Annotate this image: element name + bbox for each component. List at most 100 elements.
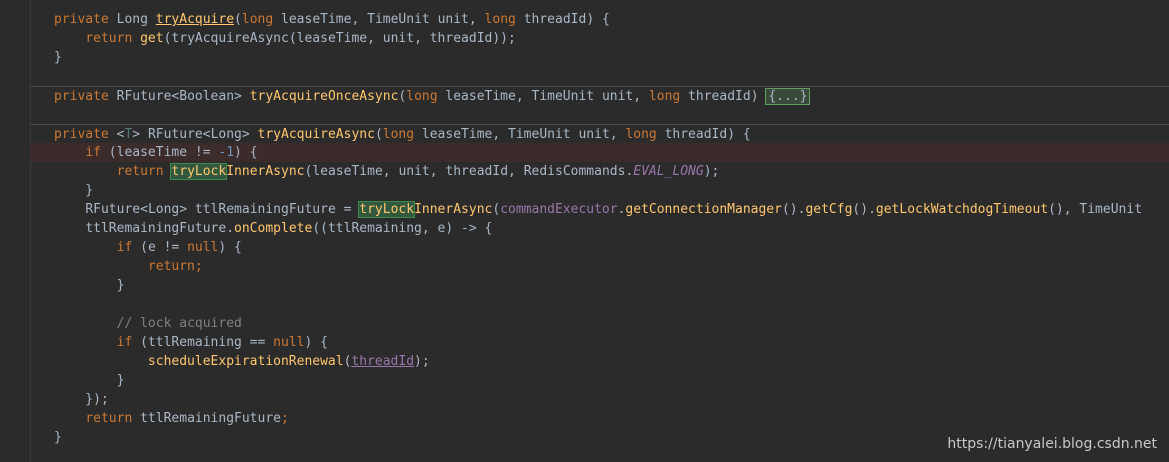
type-timeunit: TimeUnit [531,89,595,104]
arg-threadId: threadId [445,164,509,179]
param-unit: unit [578,127,610,142]
code-line-3[interactable]: } [30,48,1169,67]
method-scheduleExpirationRenewal: scheduleExpirationRenewal [147,354,344,369]
code-line-19[interactable]: scheduleExpirationRenewal(threadId); [30,352,1169,371]
editor-gutter[interactable] [0,0,30,462]
code-line-17[interactable]: // lock acquired [30,314,1169,333]
method-getConnectionManager: getConnectionManager [625,202,782,217]
code-line-20[interactable]: } [30,371,1169,390]
type-timeunit: TimeUnit [367,12,430,27]
number-literal: -1 [218,145,235,160]
var-ttlRemainingFuture: ttlRemainingFuture [85,221,227,236]
method-get: get [140,31,164,46]
method-suffix: InnerAsync [414,202,493,217]
type-rfuture: RFuture [147,127,203,142]
arg-unit: unit [398,164,430,179]
lambda-param-ttlRemaining: ttlRemaining [327,221,422,236]
keyword-long: long [625,127,657,142]
call-tryAcquireAsync: tryAcquireAsync [171,31,289,46]
arg-leaseTime: leaseTime [312,164,383,179]
method-tryAcquireAsync: tryAcquireAsync [257,127,375,142]
keyword-return: return [147,259,195,274]
keyword-if: if [85,145,101,160]
keyword-long: long [484,12,516,27]
keyword-private: private [54,12,109,27]
type-boolean: Boolean [179,89,235,104]
keyword-if: if [116,335,133,350]
param-leaseTime: leaseTime [421,127,493,142]
captured-param-threadId: threadId [351,354,415,369]
param-threadId: threadId [523,12,587,27]
var-ttlRemainingFuture: ttlRemainingFuture [194,202,336,217]
code-comment: // lock acquired [116,316,242,331]
code-line-7[interactable]: private <T> RFuture<Long> tryAcquireAsyn… [30,124,1169,143]
keyword-return: return [85,411,133,426]
code-line-13[interactable]: if (e != null) { [30,238,1169,257]
code-line-6[interactable] [30,105,1169,124]
code-line-2[interactable]: return get(tryAcquireAsync(leaseTime, un… [30,29,1169,48]
keyword-null: null [273,335,305,350]
code-line-18[interactable]: if (ttlRemaining == null) { [30,333,1169,352]
param-unit: unit [437,12,469,27]
watermark: https://tianyalei.blog.csdn.net [947,436,1157,452]
code-line-5[interactable]: private RFuture<Boolean> tryAcquireOnceA… [30,86,1169,105]
var-leaseTime: leaseTime [116,145,188,160]
type-long: Long [147,202,180,217]
method-tryAcquireOnceAsync: tryAcquireOnceAsync [249,89,399,104]
param-leaseTime: leaseTime [281,12,352,27]
type-rfuture: RFuture [116,89,172,104]
type-long: Long [210,127,242,142]
code-line-1[interactable]: private Long tryAcquire(long leaseTime, … [30,10,1169,29]
param-threadId: threadId [688,89,751,104]
folded-code-block[interactable]: {...} [765,88,811,105]
param-leaseTime: leaseTime [445,89,516,104]
type-timeunit: TimeUnit [508,127,571,142]
code-line-15[interactable]: } [30,276,1169,295]
arg-leaseTime: leaseTime [296,31,368,46]
param-threadId: threadId [664,127,728,142]
search-match-tryLock: tryLock [170,163,228,180]
arg-unit: unit [382,31,415,46]
keyword-private: private [54,127,109,142]
type-rfuture: RFuture [85,202,141,217]
keyword-long: long [406,89,438,104]
code-line-22[interactable]: return ttlRemainingFuture; [30,409,1169,428]
keyword-return: return [116,164,164,179]
method-getCfg: getCfg [805,202,853,217]
var-ttlRemaining: ttlRemaining [147,335,242,350]
field-EVAL_LONG: EVAL_LONG [633,164,704,179]
type-long: Long [116,12,148,27]
type-param-T: T [124,127,133,142]
arg-threadId: threadId [429,31,493,46]
keyword-return: return [85,31,133,46]
method-onComplete: onComplete [234,221,313,236]
class-RedisCommands: RedisCommands [523,164,626,179]
code-editor[interactable]: private Long tryAcquire(long leaseTime, … [0,0,1169,462]
search-match-tryLock: tryLock [358,201,416,218]
method-getLockWatchdogTimeout: getLockWatchdogTimeout [875,202,1049,217]
var-e: e [147,240,156,255]
var-ttlRemainingFuture: ttlRemainingFuture [140,411,281,426]
code-area[interactable]: private Long tryAcquire(long leaseTime, … [30,10,1169,447]
type-timeunit: TimeUnit [1079,202,1143,217]
field-commandExecutor: commandExecutor [500,202,618,217]
method-tryAcquire[interactable]: tryAcquire [156,12,234,27]
code-line-12[interactable]: ttlRemainingFuture.onComplete((ttlRemain… [30,219,1169,238]
keyword-long: long [648,89,681,104]
keyword-null: null [187,240,219,255]
keyword-if: if [116,240,133,255]
code-line-4[interactable] [30,67,1169,86]
keyword-private: private [54,89,109,104]
code-line-11[interactable]: RFuture<Long> ttlRemainingFuture = tryLo… [30,200,1169,219]
keyword-long: long [241,12,274,27]
code-line-9[interactable]: return tryLockInnerAsync(leaseTime, unit… [30,162,1169,181]
code-line-21[interactable]: }); [30,390,1169,409]
lambda-param-e: e [437,221,446,236]
param-unit: unit [601,89,634,104]
code-line-16[interactable] [30,295,1169,314]
keyword-long: long [382,127,415,142]
code-line-8[interactable]: if (leaseTime != -1) { [30,143,1169,162]
code-line-10[interactable]: } [30,181,1169,200]
method-suffix: InnerAsync [226,164,305,179]
code-line-14[interactable]: return; [30,257,1169,276]
